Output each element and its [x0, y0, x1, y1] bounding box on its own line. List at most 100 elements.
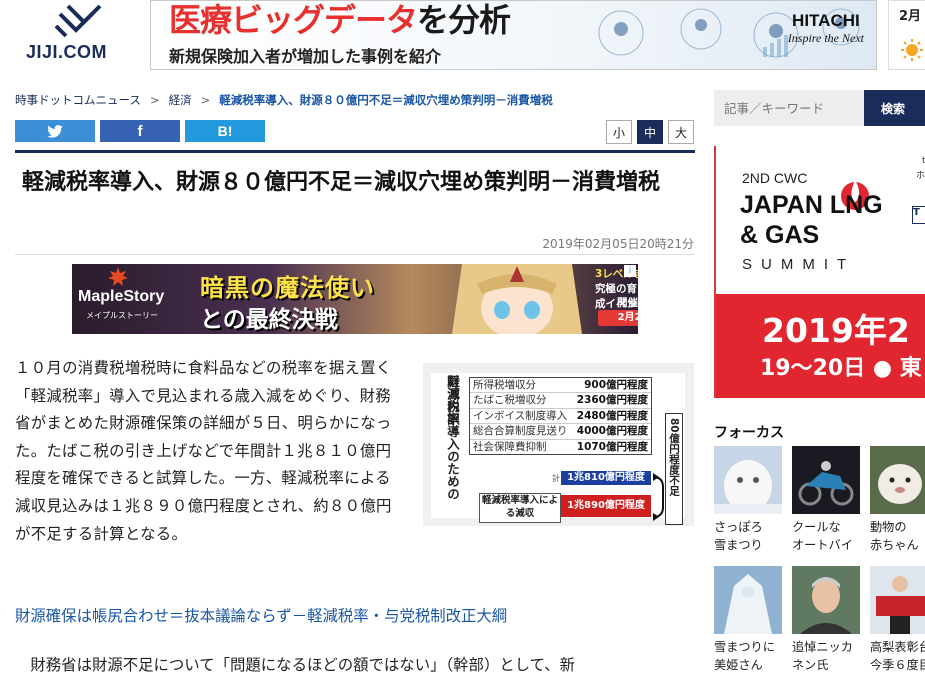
figure-chart: 財源内訳 軽減税率導入のための 所得税増収分 900億円程度 たばこ税増収分 236… [431, 373, 685, 525]
figure-row: たばこ税増収分 2360億円程度 [470, 393, 651, 409]
breadcrumb-current[interactable]: 軽減税率導入、財源８０億円不足＝減収穴埋め策判明－消費増税 [219, 93, 553, 107]
search-button[interactable]: 検索 [864, 90, 925, 126]
focus-caption-line2: ネン氏 [792, 658, 829, 672]
article-date: 2019年02月05日20時21分 [542, 237, 694, 251]
figure-row-value: 2480億円程度 [576, 409, 648, 422]
snow-sculpture-photo [714, 446, 782, 514]
lng-days: 19〜20日 ● 東 [760, 356, 922, 381]
focus-caption: さっぽろ 雪まつり [714, 518, 789, 554]
figure-sum-label: 計 [552, 474, 560, 483]
focus-section-title: フォーカス [714, 425, 784, 441]
figure-row-name: たばこ税増収分 [473, 394, 547, 407]
breadcrumb-separator: > [200, 93, 211, 107]
focus-caption-line2: オートバイ [792, 538, 853, 552]
focus-item[interactable]: さっぽろ 雪まつり [714, 446, 789, 554]
weather-date: 2月 [899, 9, 922, 24]
breadcrumb-home[interactable]: 時事ドットコムニュース [15, 93, 141, 107]
focus-caption: クールな オートバイ [792, 518, 867, 554]
figure-shortfall-box: 80億円程度不足 [665, 413, 683, 525]
sun-icon [901, 39, 923, 61]
figure-row-value: 900億円程度 [584, 379, 648, 391]
logo-text: JIJI.COM [26, 42, 108, 62]
ad-headline-red: 医療ビッグデータ [169, 1, 418, 39]
figure-row-value: 4000億円程度 [576, 425, 648, 438]
figure-row: 社会保障費抑制 1070億円程度 [470, 440, 651, 454]
hitachi-tagline: Inspire the Next [787, 31, 864, 45]
figure-row: 総合合算制度見送り 4000億円程度 [470, 424, 651, 440]
focus-caption: 追悼ニッカ ネン氏 [792, 638, 867, 674]
facebook-share-button[interactable]: f [100, 120, 180, 142]
focus-item[interactable]: 高梨表彰台今季６度目 [870, 566, 925, 674]
focus-caption-line2: 赤ちゃん [870, 538, 919, 552]
ice-sculpture-photo [714, 566, 782, 634]
lng-summit: SUMMIT [742, 256, 856, 273]
font-size-large-button[interactable]: 大 [668, 120, 694, 144]
figure-row-name: インボイス制度導入 [473, 409, 568, 422]
focus-caption: 動物の 赤ちゃん [870, 518, 925, 554]
focus-caption-line1: 雪まつりに [714, 640, 775, 654]
hitachi-logo: HITACHI [792, 11, 860, 30]
figure-row-name: 所得税増収分 [473, 379, 536, 391]
figure-row-name: 社会保障費抑制 [473, 440, 547, 453]
twitter-share-button[interactable] [15, 120, 95, 142]
ad-headline-black: を分析 [417, 1, 511, 39]
focus-caption: 雪まつりに 美姫さん [714, 638, 789, 674]
figure-row-name: 総合合算制度見送り [473, 425, 568, 438]
ad-info-icon[interactable]: i [624, 265, 636, 277]
ad-line1: 暗黒の魔法使い [200, 274, 375, 302]
anime-character-image [452, 264, 582, 334]
maple-leaf-icon [108, 267, 128, 286]
focus-caption: 高梨表彰台今季６度目 [870, 638, 925, 674]
article-figure[interactable]: 財源内訳 軽減税率導入のための 所得税増収分 900億円程度 たばこ税増収分 236… [423, 363, 694, 526]
hatena-bookmark-button[interactable]: B! [185, 120, 265, 142]
figure-row: インボイス制度導入 2480億円程度 [470, 409, 651, 425]
maplestory-ad-banner[interactable]: MapleStory メイプルストーリー 暗黒の魔法使い との最終決戦 3レベル… [72, 264, 638, 334]
ad-subline: 新規保険加入者が増加した事例を紹介 [169, 47, 442, 66]
motorcycle-photo [792, 446, 860, 514]
twitter-icon [47, 124, 63, 138]
focus-caption-line1: 追悼ニッカ [792, 640, 853, 654]
font-size-medium-button[interactable]: 中 [637, 120, 663, 144]
hitachi-brand: HITACHI Inspire the Next [788, 11, 864, 46]
lng-edition: 2ND CWC [742, 170, 808, 186]
lng-summit-ad[interactable]: 2ND CWC JAPAN LNG & GAS SUMMIT t ホス T 20… [714, 146, 925, 398]
focus-caption-line1: さっぽろ [714, 520, 763, 534]
baby-animal-photo [870, 446, 925, 514]
ski-jump-photo [870, 566, 925, 634]
focus-item[interactable]: 雪まつりに 美姫さん [714, 566, 789, 674]
breadcrumb: 時事ドットコムニュース > 経済 > 軽減税率導入、財源８０億円不足＝減収穴埋め策判明－… [15, 92, 553, 108]
ad-deadline-badge: 2月27日まで [598, 310, 638, 326]
figure-sum-value: 1兆810億円程度 [561, 471, 651, 485]
article-title: 軽減税率導入、財源８０億円不足＝減収穴埋め策判明－消費増税 [22, 170, 661, 195]
top-ad-banner[interactable]: 医療ビッグデータを分析 新規保険加入者が増加した事例を紹介 HITACHI In… [150, 0, 877, 70]
focus-caption-line1: 高梨表彰台 [870, 640, 925, 654]
jiji-logo-icon [54, 4, 102, 38]
site-logo[interactable]: JIJI.COM [26, 0, 136, 70]
maplestory-logo: MapleStory [78, 288, 165, 305]
figure-shortfall-text: 80億円程度不足 [668, 418, 680, 496]
focus-caption-line2: 美姫さん [714, 658, 763, 672]
search-input[interactable] [714, 90, 864, 126]
maplestory-logo-sub: メイプルストーリー [86, 311, 158, 320]
figure-title-part1: 軽減税率導入のための [445, 375, 460, 500]
figure-row-value: 2360億円程度 [576, 394, 648, 407]
ad-headline: 医療ビッグデータを分析 [169, 1, 511, 41]
lng-host-label2: ホス [916, 171, 925, 181]
lng-year: 2019年2 [762, 311, 910, 350]
breadcrumb-economy[interactable]: 経済 [169, 93, 192, 107]
font-size-small-button[interactable]: 小 [606, 120, 632, 144]
focus-caption-line2: 雪まつり [714, 538, 763, 552]
figure-breakdown-table: 所得税増収分 900億円程度 たばこ税増収分 2360億円程度 インボイス制度導入 2… [469, 377, 652, 455]
focus-item[interactable]: 動物の 赤ちゃん [870, 446, 925, 554]
weather-widget[interactable]: 2月 [888, 0, 925, 70]
breadcrumb-separator: > [149, 93, 160, 107]
focus-item[interactable]: クールな オートバイ [792, 446, 867, 554]
lng-title: JAPAN LNG & GAS [740, 191, 883, 249]
hatena-icon: B! [217, 123, 233, 139]
focus-caption-line1: 動物の [870, 520, 907, 534]
focus-item[interactable]: 追悼ニッカ ネン氏 [792, 566, 867, 674]
related-article-link[interactable]: 財源確保は帳尻合わせ＝抜本議論ならず－軽減税率・与党税制改正大綱 [15, 604, 507, 626]
figure-row: 所得税増収分 900億円程度 [470, 378, 651, 394]
article-paragraph: 財務省は財源不足について「問題になるほどの額ではない」（幹部）として、新 [30, 656, 576, 674]
focus-caption-line2: 今季６度目 [870, 658, 925, 672]
